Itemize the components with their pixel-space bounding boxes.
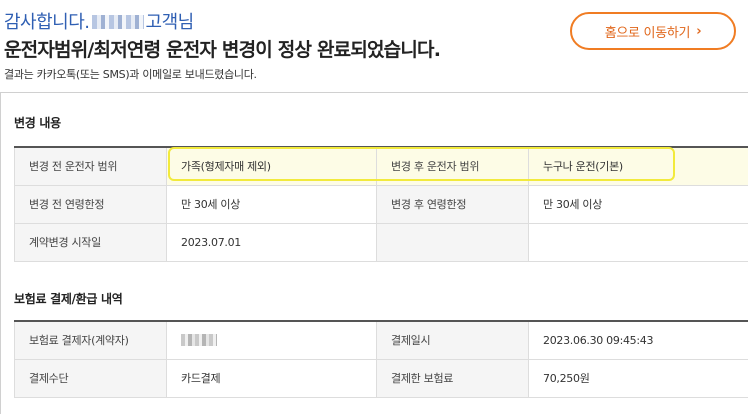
before-driver-range-value: 가족(형제자매 제외): [166, 146, 377, 186]
after-driver-range-value: 누구나 운전(기본): [528, 146, 748, 186]
after-driver-range-label: 변경 후 운전자 범위: [376, 146, 529, 186]
payment-section-title: 보험료 결제/환급 내역: [14, 292, 123, 306]
chevron-right-icon: ›: [696, 23, 702, 39]
payment-method-value: 카드결제: [166, 358, 377, 398]
notification-notice: 결과는 카카오톡(또는 SMS)과 이메일로 보내드렸습니다.: [4, 68, 257, 81]
empty-label-cell: [376, 222, 529, 262]
paid-premium-label: 결제한 보험료: [376, 358, 529, 398]
before-age-limit-value: 만 30세 이상: [166, 184, 377, 224]
after-age-limit-label: 변경 후 연령한정: [376, 184, 529, 224]
completion-headline: 운전자범위/최저연령 운전자 변경이 정상 완료되었습니다.: [4, 39, 441, 61]
before-driver-range-label: 변경 전 운전자 범위: [14, 146, 167, 186]
after-age-limit-value: 만 30세 이상: [528, 184, 748, 224]
table-row: 변경 전 운전자 범위 가족(형제자매 제외) 변경 후 운전자 범위 누구나 …: [14, 146, 748, 186]
paid-premium-value: 70,250원: [528, 358, 748, 398]
payer-label: 보험료 결제자(계약자): [14, 320, 167, 360]
table-row: 보험료 결제자(계약자) 결제일시 2023.06.30 09:45:43: [14, 320, 748, 360]
change-start-date-value: 2023.07.01: [166, 222, 377, 262]
greeting: 감사합니다. 고객님: [4, 8, 194, 34]
before-age-limit-label: 변경 전 연령한정: [14, 184, 167, 224]
table-row: 계약변경 시작일 2023.07.01: [14, 222, 748, 262]
table-row: 변경 전 연령한정 만 30세 이상 변경 후 연령한정 만 30세 이상: [14, 184, 748, 224]
result-header: 감사합니다. 고객님 운전자범위/최저연령 운전자 변경이 정상 완료되었습니다.…: [0, 0, 748, 92]
customer-name-redacted: [91, 15, 144, 29]
greeting-suffix: 고객님: [145, 12, 195, 33]
payer-value: [166, 320, 377, 360]
table-row: 결제수단 카드결제 결제한 보험료 70,250원: [14, 358, 748, 398]
payment-details-table: 보험료 결제자(계약자) 결제일시 2023.06.30 09:45:43 결제…: [14, 320, 748, 398]
payment-datetime-value: 2023.06.30 09:45:43: [528, 320, 748, 360]
payment-method-label: 결제수단: [14, 358, 167, 398]
payment-datetime-label: 결제일시: [376, 320, 529, 360]
go-home-button[interactable]: 홈으로 이동하기 ›: [570, 12, 736, 50]
empty-value-cell: [528, 222, 748, 262]
go-home-label: 홈으로 이동하기: [604, 25, 691, 41]
greeting-prefix: 감사합니다.: [4, 12, 90, 33]
payer-name-redacted: [181, 333, 217, 346]
change-start-date-label: 계약변경 시작일: [14, 222, 167, 262]
change-section-title: 변경 내용: [14, 116, 61, 130]
change-details-table: 변경 전 운전자 범위 가족(형제자매 제외) 변경 후 운전자 범위 누구나 …: [14, 146, 748, 262]
